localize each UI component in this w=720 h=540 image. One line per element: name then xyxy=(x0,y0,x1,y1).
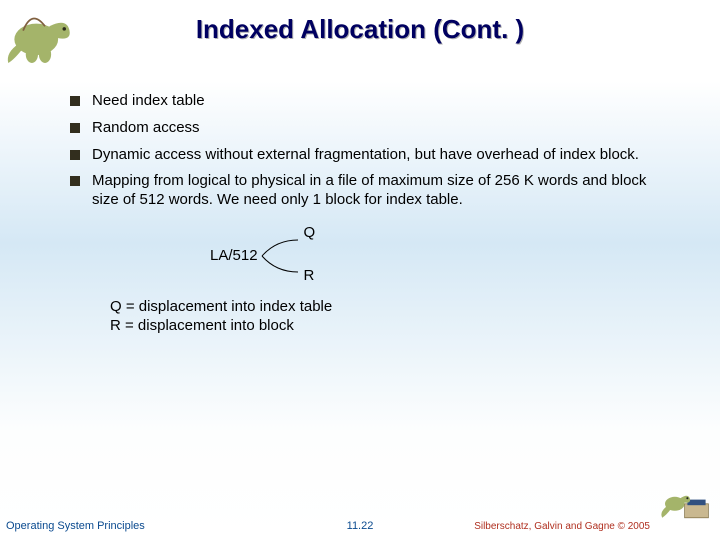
bullet-square-icon xyxy=(70,176,80,186)
bullet-square-icon xyxy=(70,123,80,133)
footer-right: Silberschatz, Galvin and Gagne © 2005 xyxy=(474,521,650,532)
division-diagram: LA/512 Q R xyxy=(210,236,660,276)
bullet-square-icon xyxy=(70,150,80,160)
footer-page-number: 11.22 xyxy=(347,520,374,532)
bullet-item: Need index table xyxy=(70,92,660,111)
explain-line-r: R = displacement into block xyxy=(110,317,660,336)
slide-title: Indexed Allocation (Cont. ) xyxy=(0,0,720,45)
dinosaur-logo-left xyxy=(0,0,90,70)
bullet-text: Random access xyxy=(92,119,660,138)
bullet-text: Dynamic access without external fragment… xyxy=(92,146,660,165)
bullet-text: Need index table xyxy=(92,92,660,111)
dinosaur-logo-right xyxy=(658,480,714,522)
bullet-item: Dynamic access without external fragment… xyxy=(70,146,660,165)
bullet-square-icon xyxy=(70,96,80,106)
explain-line-q: Q = displacement into index table xyxy=(110,298,660,317)
bullet-text: Mapping from logical to physical in a fi… xyxy=(92,172,660,210)
bullet-item: Mapping from logical to physical in a fi… xyxy=(70,172,660,210)
footer-left: Operating System Principles xyxy=(6,520,145,532)
diagram-lhs: LA/512 xyxy=(210,247,258,264)
bullet-item: Random access xyxy=(70,119,660,138)
diagram-q: Q xyxy=(304,224,316,241)
diagram-r: R xyxy=(304,267,316,284)
content-area: Need index table Random access Dynamic a… xyxy=(70,92,660,335)
explanation-block: Q = displacement into index table R = di… xyxy=(110,298,660,336)
